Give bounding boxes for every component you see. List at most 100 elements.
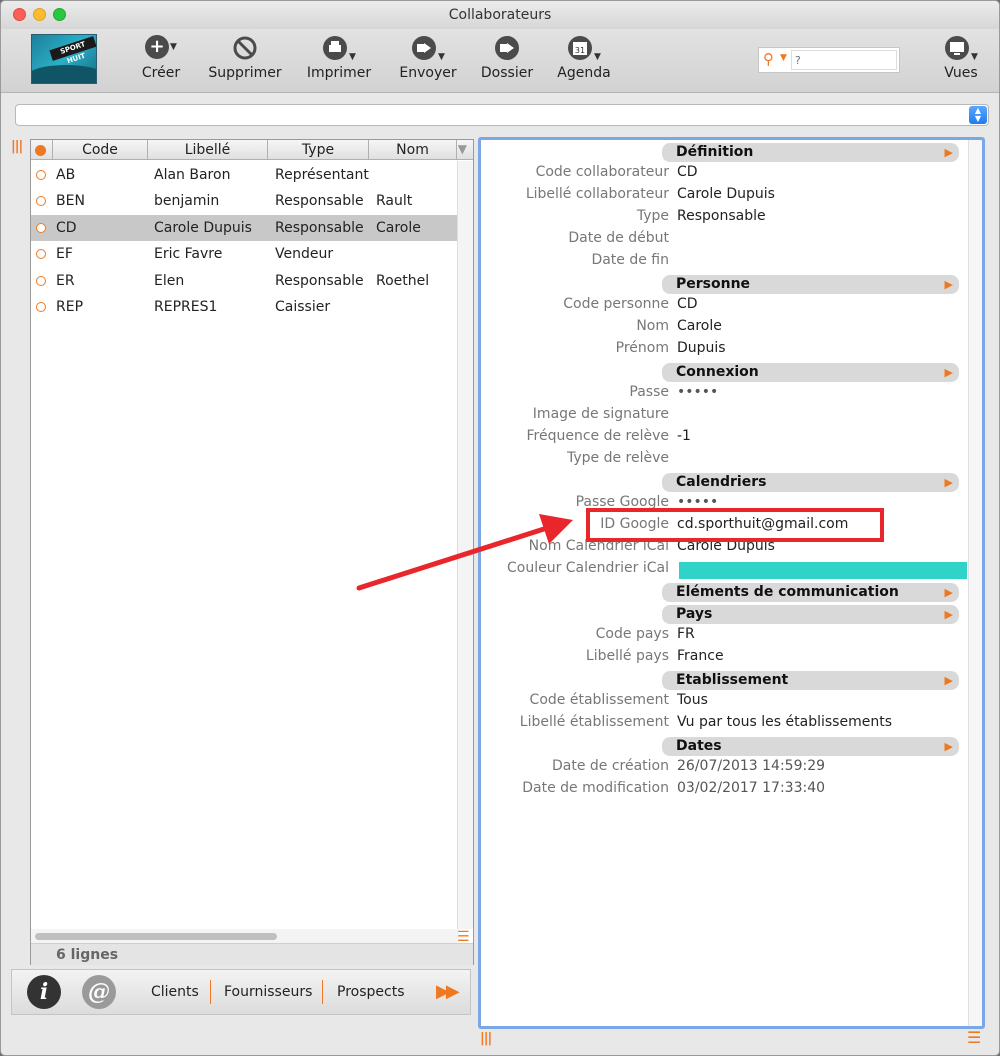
- field-label: Fréquence de relève: [526, 428, 669, 444]
- next-arrows-icon[interactable]: ▶▶: [436, 970, 460, 1014]
- table-row[interactable]: ER Elen Responsable Roethel: [31, 268, 457, 294]
- print-button[interactable]: ▼ Imprimer: [304, 35, 374, 81]
- scrollbar-thumb[interactable]: [35, 933, 277, 940]
- expand-arrow-icon[interactable]: ▶: [945, 275, 953, 294]
- agenda-button[interactable]: 31 ▼ Agenda: [554, 35, 614, 81]
- section-calendriers[interactable]: Calendriers ▶: [662, 473, 959, 492]
- expand-arrow-icon[interactable]: ▶: [945, 583, 953, 602]
- title-bar: Collaborateurs: [1, 1, 999, 29]
- section-title: Dates: [676, 738, 722, 754]
- expand-arrow-icon[interactable]: ▶: [945, 605, 953, 624]
- section-title: Définition: [676, 144, 754, 160]
- column-header-nom[interactable]: Nom: [369, 140, 457, 160]
- plus-icon: + ▼: [140, 35, 182, 63]
- nav-link-prospects[interactable]: Prospects: [337, 970, 404, 1016]
- field-value[interactable]: Dupuis: [677, 340, 726, 356]
- section-personne[interactable]: Personne ▶: [662, 275, 959, 294]
- field-value[interactable]: Tous: [677, 692, 708, 708]
- detail-vertical-scrollbar[interactable]: [968, 140, 982, 1026]
- expand-arrow-icon[interactable]: ▶: [945, 143, 953, 162]
- info-button[interactable]: i: [27, 975, 61, 1009]
- expand-arrow-icon[interactable]: ▶: [945, 671, 953, 690]
- create-label: Créer: [141, 65, 181, 81]
- close-window-button[interactable]: [13, 8, 26, 21]
- status-circle-icon: [36, 301, 46, 312]
- detail-menu-icon[interactable]: ☰: [967, 1030, 981, 1046]
- calendar-icon: 31 ▼: [554, 35, 614, 63]
- app-window: Collaborateurs SPORT HUIT + ▼ Créer Suppr…: [0, 0, 1000, 1056]
- field-value[interactable]: CD: [677, 296, 698, 312]
- section-connexion[interactable]: Connexion ▶: [662, 363, 959, 382]
- maximize-window-button[interactable]: [53, 8, 66, 21]
- section-etablissement[interactable]: Etablissement ▶: [662, 671, 959, 690]
- panel-resize-grip-icon[interactable]: |||: [480, 1031, 492, 1046]
- list-menu-icon[interactable]: ☰: [457, 930, 470, 944]
- cell-type: Responsable: [275, 219, 364, 236]
- search-input[interactable]: [791, 50, 897, 70]
- table-row[interactable]: BEN benjamin Responsable Rault: [31, 188, 457, 214]
- field-value[interactable]: France: [677, 648, 724, 664]
- views-button[interactable]: ▼ Vues: [937, 35, 985, 81]
- expand-arrow-icon[interactable]: ▶: [945, 473, 953, 492]
- search-options-caret-icon[interactable]: ▼: [780, 53, 787, 63]
- list-horizontal-scrollbar[interactable]: [31, 929, 459, 943]
- filter-select[interactable]: ▲ ▼: [15, 104, 989, 126]
- send-button[interactable]: ▼ Envoyer: [397, 35, 459, 81]
- cell-code: CD: [56, 219, 77, 236]
- status-column-header[interactable]: [31, 140, 53, 160]
- section-title: Pays: [676, 606, 713, 622]
- password-value[interactable]: •••••: [677, 384, 718, 400]
- cell-libelle: Elen: [154, 272, 185, 289]
- section-communication[interactable]: Eléments de communication ▶: [662, 583, 959, 602]
- field-value: 03/02/2017 17:33:40: [677, 780, 826, 796]
- field-label: Libellé établissement: [519, 714, 669, 730]
- minimize-window-button[interactable]: [33, 8, 46, 21]
- field-label: Passe: [629, 384, 669, 400]
- field-label: Code personne: [563, 296, 669, 312]
- calendar-color-swatch[interactable]: [679, 562, 967, 579]
- section-title: Eléments de communication: [676, 584, 899, 600]
- field-value[interactable]: CD: [677, 164, 698, 180]
- logo-text: SPORT HUIT: [49, 36, 96, 65]
- field-value[interactable]: Responsable: [677, 208, 766, 224]
- list-body: AB Alan Baron Représentant BEN benjamin …: [31, 162, 457, 320]
- field-value[interactable]: Carole Dupuis: [677, 186, 775, 202]
- column-header-libelle[interactable]: Libellé: [148, 140, 268, 160]
- cell-type: Caissier: [275, 298, 331, 315]
- section-title: Personne: [676, 276, 751, 292]
- section-dates[interactable]: Dates ▶: [662, 737, 959, 756]
- field-label: Date de création: [551, 758, 669, 774]
- field-value[interactable]: -1: [677, 428, 691, 444]
- field-label: Code établissement: [529, 692, 669, 708]
- table-row[interactable]: EF Eric Favre Vendeur: [31, 241, 457, 267]
- field-value[interactable]: Vu par tous les établissements: [677, 714, 892, 730]
- nav-link-fournisseurs[interactable]: Fournisseurs: [224, 970, 312, 1016]
- section-definition[interactable]: Définition ▶: [662, 143, 959, 162]
- folder-button[interactable]: Dossier: [478, 35, 536, 81]
- status-circle-icon: [36, 196, 46, 207]
- table-row[interactable]: AB Alan Baron Représentant: [31, 162, 457, 188]
- table-row[interactable]: REP REPRES1 Caissier: [31, 294, 457, 320]
- search-icon[interactable]: ⚲: [763, 50, 774, 68]
- cell-code: AB: [56, 167, 76, 183]
- column-header-type[interactable]: Type: [268, 140, 369, 160]
- section-title: Calendriers: [676, 474, 767, 490]
- panel-resize-grip-icon[interactable]: |||: [11, 139, 23, 154]
- delete-button[interactable]: Supprimer: [206, 35, 284, 81]
- table-row-selected[interactable]: CD Carole Dupuis Responsable Carole: [31, 214, 457, 242]
- column-menu-icon[interactable]: ▼: [458, 142, 467, 156]
- status-circle-icon: [36, 170, 46, 180]
- nav-link-clients[interactable]: Clients: [151, 970, 199, 1016]
- folder-label: Dossier: [480, 65, 534, 81]
- column-header-code[interactable]: Code: [53, 140, 148, 160]
- section-pays[interactable]: Pays ▶: [662, 605, 959, 624]
- select-arrows-icon[interactable]: ▲ ▼: [969, 106, 987, 124]
- expand-arrow-icon[interactable]: ▶: [945, 737, 953, 756]
- field-value[interactable]: Carole: [677, 318, 722, 334]
- expand-arrow-icon[interactable]: ▶: [945, 363, 953, 382]
- agenda-label: Agenda: [557, 65, 611, 81]
- create-button[interactable]: + ▼ Créer: [140, 35, 182, 81]
- field-value[interactable]: FR: [677, 626, 695, 642]
- field-label: Image de signature: [532, 406, 669, 422]
- contact-at-button[interactable]: @: [82, 975, 116, 1009]
